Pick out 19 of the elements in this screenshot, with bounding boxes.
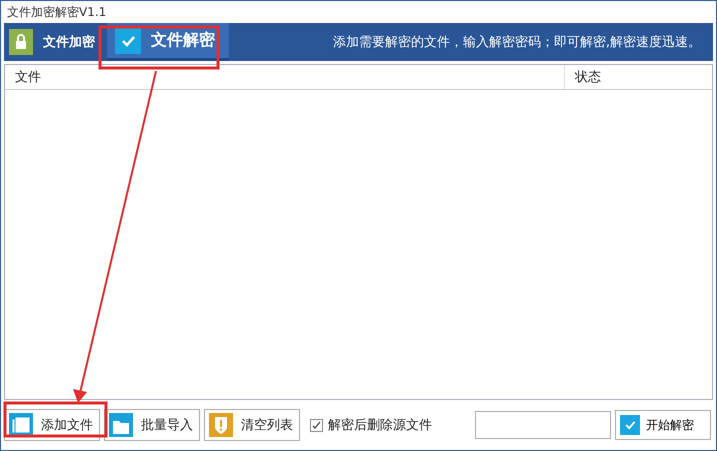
tick-icon (312, 420, 321, 430)
window-title: 文件加密解密V1.1 (6, 4, 108, 20)
checkbox[interactable] (310, 418, 323, 432)
start-button[interactable]: 开始解密 (615, 410, 711, 440)
files-icon (9, 413, 33, 437)
lock-icon (9, 29, 33, 55)
check-icon (115, 28, 141, 54)
password-field[interactable] (475, 411, 611, 439)
toolbar-button[interactable]: 清空列表 (204, 409, 300, 441)
check-icon (620, 415, 640, 435)
hint-text: 添加需要解密的文件，输入解密密码；即可解密,解密速度迅速。 (332, 34, 702, 51)
toolbar-button[interactable]: 批量导入 (104, 409, 200, 441)
tab[interactable]: 文件加密 (4, 23, 105, 61)
delete-source-checkbox[interactable]: 解密后删除源文件 (310, 416, 432, 434)
column-header[interactable]: 文件 (5, 65, 565, 89)
warning-shield-icon (209, 413, 233, 437)
column-header[interactable]: 状态 (565, 65, 601, 89)
tab[interactable]: 文件解密 (107, 23, 229, 61)
folder-icon (109, 413, 133, 437)
